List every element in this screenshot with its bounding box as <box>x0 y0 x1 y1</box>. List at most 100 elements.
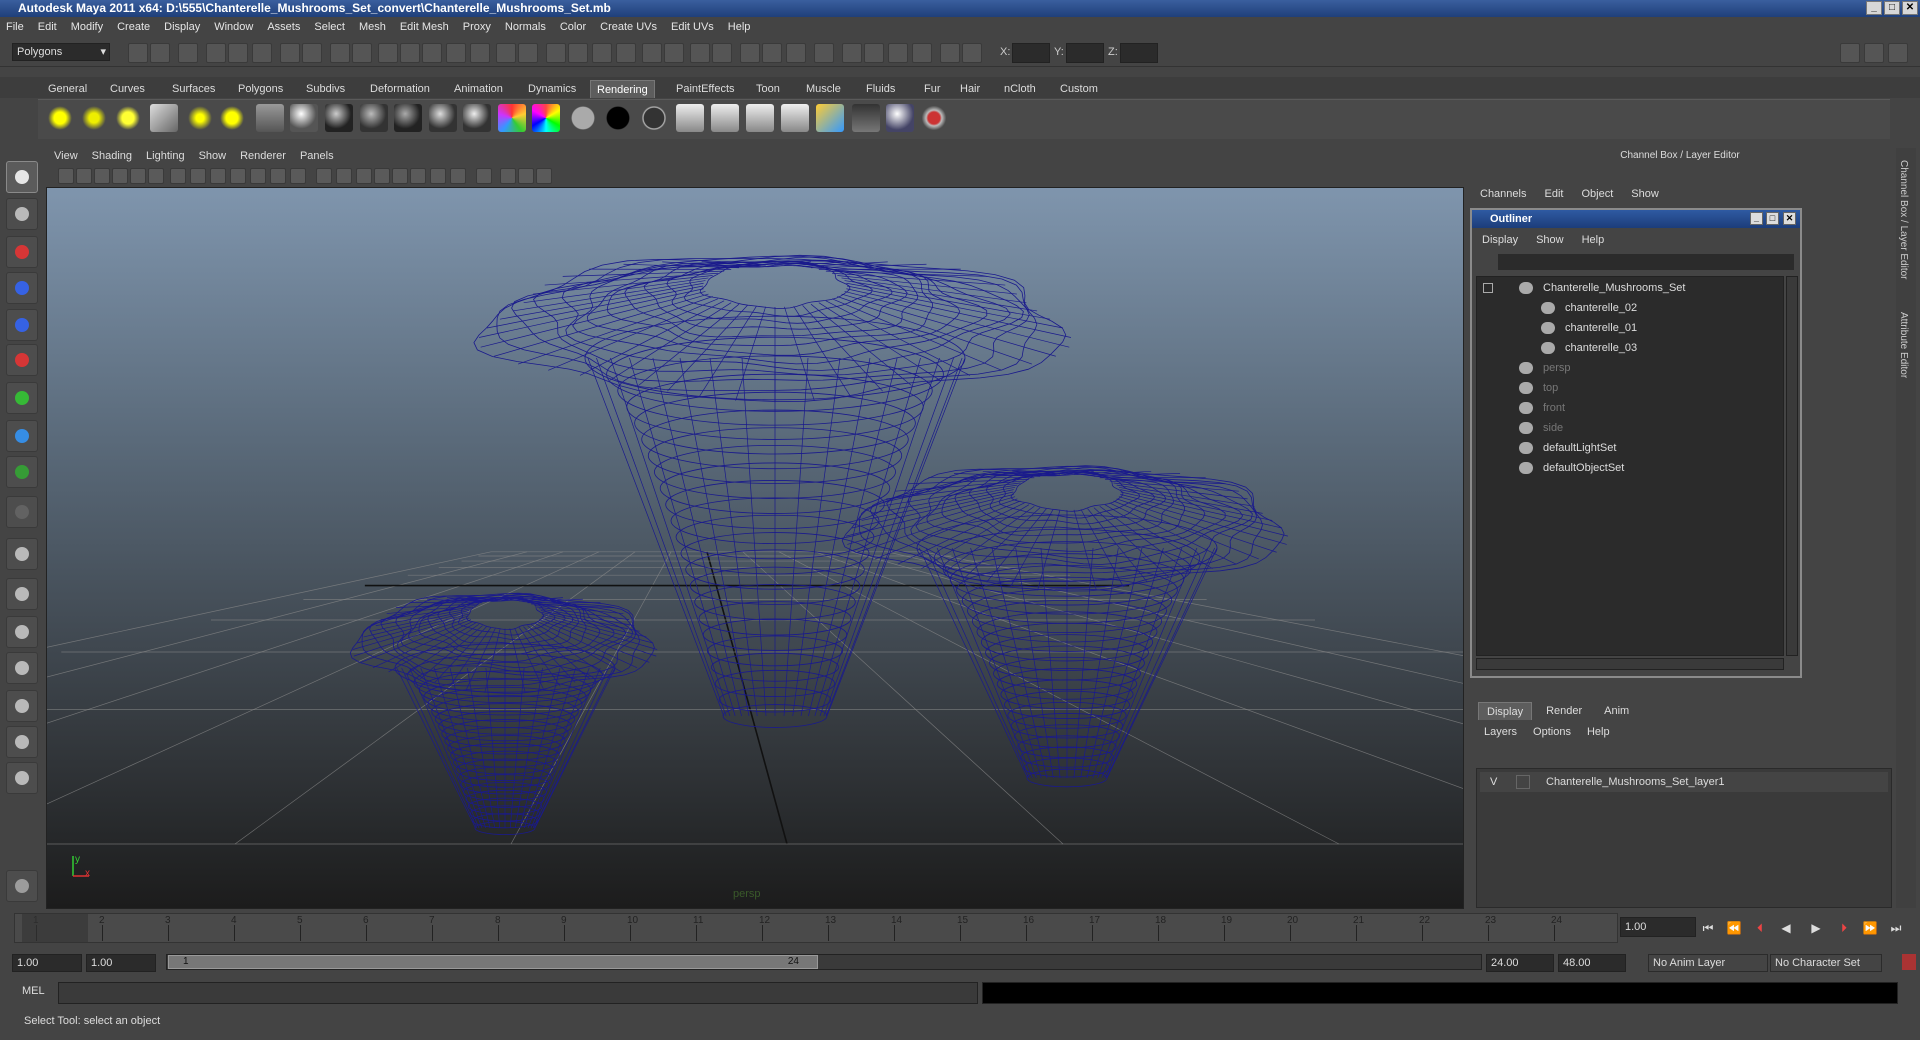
menu-window[interactable]: Window <box>214 21 253 33</box>
layer-tab-display[interactable]: Display <box>1478 702 1533 720</box>
status-tool-icon[interactable] <box>712 43 732 63</box>
step-back-key-icon[interactable]: ⏴ <box>1752 920 1768 936</box>
channel-box-menu-object[interactable]: Object <box>1581 188 1613 200</box>
shelf-tab-ncloth[interactable]: nCloth <box>998 80 1042 98</box>
expand-collapse-icon[interactable] <box>1483 283 1493 293</box>
shelf-tab-deformation[interactable]: Deformation <box>364 80 436 98</box>
outliner-item[interactable]: Chanterelle_Mushrooms_Set <box>1519 279 1685 297</box>
shelf-tab-muscle[interactable]: Muscle <box>800 80 847 98</box>
status-tool-icon[interactable] <box>912 43 932 63</box>
go-to-start-icon[interactable]: ⏮ <box>1700 920 1716 936</box>
status-tool-icon[interactable] <box>568 43 588 63</box>
shelf-tab-hair[interactable]: Hair <box>954 80 986 98</box>
status-tool-icon[interactable] <box>302 43 322 63</box>
outliner-item[interactable]: top <box>1519 379 1558 397</box>
status-tool-icon[interactable] <box>518 43 538 63</box>
outliner-menu-display[interactable]: Display <box>1482 234 1518 246</box>
shelf-tab-rendering[interactable]: Rendering <box>590 80 655 98</box>
scale-tool-icon[interactable] <box>6 344 38 376</box>
render-settings-icon[interactable] <box>746 104 774 132</box>
step-forward-key-icon[interactable]: ⏵ <box>1836 920 1852 936</box>
layer-menu-help[interactable]: Help <box>1587 726 1610 738</box>
menu-create[interactable]: Create <box>117 21 150 33</box>
hypershade-icon[interactable] <box>640 104 668 132</box>
status-tool-icon[interactable] <box>378 43 398 63</box>
shading-map-icon[interactable] <box>532 104 560 132</box>
shelf-tab-dynamics[interactable]: Dynamics <box>522 80 582 98</box>
outliner-item[interactable]: defaultObjectSet <box>1519 459 1624 477</box>
show-manipulator-icon[interactable] <box>6 456 38 488</box>
panel-tool-icon[interactable] <box>518 168 534 184</box>
spot-light-icon[interactable] <box>114 104 142 132</box>
directional-light-icon[interactable] <box>80 104 108 132</box>
menu-assets[interactable]: Assets <box>267 21 300 33</box>
outliner-item[interactable]: chanterelle_03 <box>1541 339 1637 357</box>
status-tool-icon[interactable] <box>762 43 782 63</box>
side-tab-attribute-editor[interactable]: Attribute Editor <box>1898 312 1909 378</box>
panel-menu-view[interactable]: View <box>54 150 78 162</box>
status-tool-icon[interactable] <box>128 43 148 63</box>
menu-modify[interactable]: Modify <box>71 21 103 33</box>
outliner-item[interactable]: front <box>1519 399 1565 417</box>
status-tool-icon[interactable] <box>940 43 960 63</box>
shelf-tab-fur[interactable]: Fur <box>918 80 947 98</box>
anim-layer-dropdown[interactable]: No Anim Layer <box>1648 954 1768 972</box>
outliner-item[interactable]: side <box>1519 419 1563 437</box>
layer-tab-render[interactable]: Render <box>1538 702 1590 720</box>
shelf-tab-animation[interactable]: Animation <box>448 80 509 98</box>
menu-display[interactable]: Display <box>164 21 200 33</box>
shelf-tab-toon[interactable]: Toon <box>750 80 786 98</box>
shelf-tab-painteffects[interactable]: PaintEffects <box>670 80 741 98</box>
menu-create-uvs[interactable]: Create UVs <box>600 21 657 33</box>
panel-tool-icon[interactable] <box>536 168 552 184</box>
menu-select[interactable]: Select <box>314 21 345 33</box>
status-tool-icon[interactable] <box>496 43 516 63</box>
playback-end-field[interactable]: 24.00 <box>1486 954 1554 972</box>
status-tool-icon[interactable] <box>150 43 170 63</box>
status-tool-icon[interactable] <box>400 43 420 63</box>
maximize-button[interactable]: □ <box>1884 1 1900 15</box>
custom-layout-icon[interactable] <box>6 762 38 794</box>
status-tool-icon[interactable] <box>592 43 612 63</box>
paint-icon[interactable] <box>920 104 948 132</box>
range-slider-thumb[interactable]: 1 24 <box>168 955 818 969</box>
status-tool-icon[interactable] <box>546 43 566 63</box>
outliner-item[interactable]: chanterelle_02 <box>1541 299 1637 317</box>
shelf-tab-polygons[interactable]: Polygons <box>232 80 289 98</box>
status-tool-icon[interactable] <box>616 43 636 63</box>
menu-help[interactable]: Help <box>728 21 751 33</box>
panel-tool-icon[interactable] <box>392 168 408 184</box>
viewport-canvas[interactable] <box>47 188 1464 909</box>
phong-shader-icon[interactable] <box>429 104 457 132</box>
hypershade-layout-icon[interactable] <box>6 690 38 722</box>
status-tool-icon[interactable] <box>664 43 684 63</box>
channel-box-menu-channels[interactable]: Channels <box>1480 188 1526 200</box>
z-input[interactable] <box>1120 43 1158 63</box>
four-pane-layout-icon[interactable] <box>6 578 38 610</box>
menu-normals[interactable]: Normals <box>505 21 546 33</box>
status-tool-icon[interactable] <box>252 43 272 63</box>
shelf-tab-general[interactable]: General <box>42 80 93 98</box>
render-layout-icon[interactable] <box>6 726 38 758</box>
panel-tool-icon[interactable] <box>94 168 110 184</box>
outliner-title-bar[interactable]: Outliner _ □ ✕ <box>1472 210 1800 228</box>
status-tool-icon[interactable] <box>864 43 884 63</box>
panel-tool-icon[interactable] <box>500 168 516 184</box>
shelf-tab-surfaces[interactable]: Surfaces <box>166 80 221 98</box>
menu-mesh[interactable]: Mesh <box>359 21 386 33</box>
universal-manipulator-icon[interactable] <box>6 382 38 414</box>
menu-edit-uvs[interactable]: Edit UVs <box>671 21 714 33</box>
menu-proxy[interactable]: Proxy <box>463 21 491 33</box>
chanterelle-01-wireframe[interactable] <box>349 592 658 836</box>
panel-tool-icon[interactable] <box>356 168 372 184</box>
close-button[interactable]: ✕ <box>1902 1 1918 15</box>
lambert-shader-icon[interactable] <box>360 104 388 132</box>
status-tool-icon[interactable] <box>178 43 198 63</box>
phong-e-shader-icon[interactable] <box>463 104 491 132</box>
shelf-tab-curves[interactable]: Curves <box>104 80 151 98</box>
paint-select-tool-icon[interactable] <box>6 236 38 268</box>
play-forwards-icon[interactable]: ▶ <box>1808 920 1824 936</box>
select-tool-icon[interactable] <box>6 161 38 193</box>
layer-visibility-toggle[interactable]: V <box>1490 772 1497 792</box>
status-tool-icon[interactable] <box>228 43 248 63</box>
